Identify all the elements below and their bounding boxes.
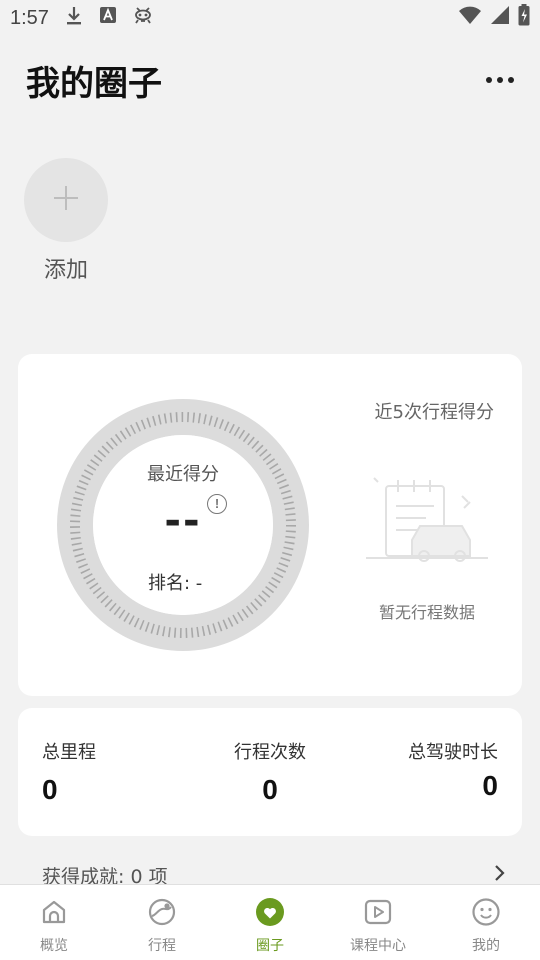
tab-overview[interactable]: 概览 [0, 885, 108, 960]
score-gauge: 最近得分 ! -- 排名: - [56, 398, 310, 652]
battery-icon [518, 4, 530, 32]
more-options-button[interactable] [486, 67, 514, 93]
tab-label: 概览 [40, 938, 68, 954]
tab-label: 课程中心 [350, 938, 406, 954]
tab-course-center[interactable]: 课程中心 [324, 885, 432, 960]
gauge-label: 最近得分 [147, 464, 219, 485]
route-icon [147, 897, 177, 931]
wifi-icon [458, 5, 482, 31]
stat-label: 总里程 [42, 742, 96, 763]
plus-icon [52, 184, 80, 216]
signal-icon [490, 5, 510, 31]
empty-trip-illustration [366, 477, 488, 562]
header: 我的圈子 [0, 50, 540, 110]
tab-label: 行程 [148, 938, 176, 954]
stat-value: 0 [42, 774, 58, 805]
add-member-label: 添加 [43, 258, 88, 283]
page-title: 我的圈子 [26, 63, 162, 104]
tab-mine[interactable]: 我的 [432, 885, 540, 960]
smile-icon [471, 897, 501, 931]
stat-value: 0 [482, 770, 498, 801]
bottom-tab-bar: 概览 行程 圈子 课程中心 我的 [0, 884, 540, 960]
recent-score: -- [164, 498, 202, 544]
stat-value: 0 [262, 774, 278, 805]
stat-total-drive-time: 总驾驶时长 0 [408, 738, 498, 802]
tab-circle[interactable]: 圈子 [216, 885, 324, 960]
add-member-button[interactable] [24, 158, 108, 242]
more-dot-icon [497, 77, 503, 83]
play-icon [363, 897, 393, 931]
stat-trip-count: 行程次数 0 [230, 738, 310, 806]
stat-total-mileage: 总里程 0 [42, 738, 96, 806]
stat-label: 总驾驶时长 [408, 742, 498, 763]
download-icon [65, 5, 83, 31]
stats-card: 总里程 0 行程次数 0 总驾驶时长 0 [18, 708, 522, 836]
font-a-icon [99, 6, 117, 30]
tab-label: 圈子 [256, 938, 284, 954]
tab-trips[interactable]: 行程 [108, 885, 216, 960]
rank-text: 排名: - [148, 573, 203, 594]
status-time: 1:57 [10, 6, 49, 29]
robot-icon [133, 5, 153, 31]
empty-trip-text: 暂无行程数据 [378, 603, 475, 622]
more-dot-icon [486, 77, 492, 83]
recent-trips-title: 近5次行程得分 [374, 402, 494, 423]
home-icon [39, 897, 69, 931]
stat-label: 行程次数 [234, 742, 306, 763]
score-card: 最近得分 ! -- 排名: - 近5次行程得分 暂无行程数据 [18, 354, 522, 696]
status-bar: 1:57 [0, 0, 540, 36]
tab-label: 我的 [472, 938, 500, 954]
heart-icon [255, 897, 285, 931]
more-dot-icon [508, 77, 514, 83]
add-member: 添加 [24, 158, 108, 284]
